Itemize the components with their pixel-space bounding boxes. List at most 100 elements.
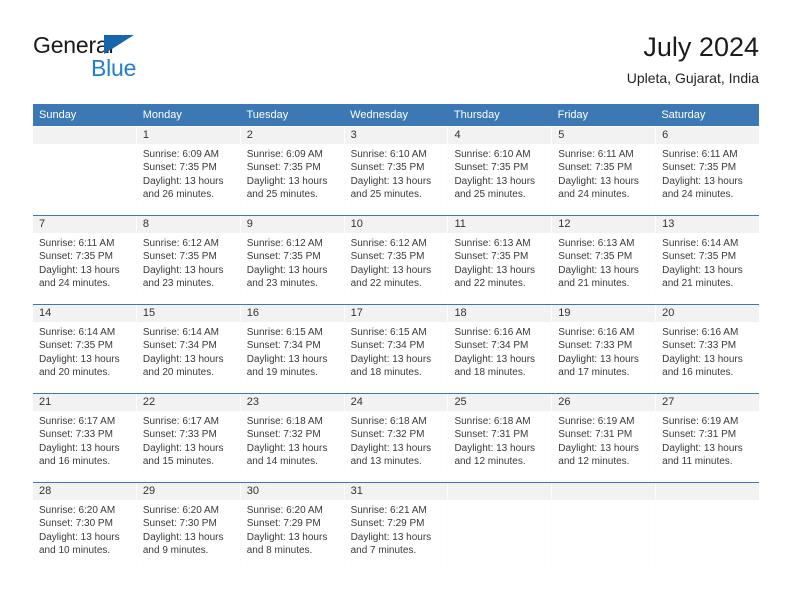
calendar-day-cell[interactable]: 13 Sunrise: 6:14 AM Sunset: 7:35 PM Dayligh… xyxy=(656,216,760,304)
day-number: 4 xyxy=(448,127,552,144)
calendar-day-cell[interactable]: 5 Sunrise: 6:11 AM Sunset: 7:35 PM Daylight… xyxy=(552,127,657,215)
calendar-day-cell[interactable]: 21 Sunrise: 6:17 AM Sunset: 7:33 PM Dayligh… xyxy=(33,394,137,482)
sunset-time: Sunset: 7:35 PM xyxy=(350,251,425,263)
page-title: July 2024 xyxy=(643,32,759,62)
daylight-duration-line1: Daylight: 13 hours xyxy=(246,353,328,365)
daylight-duration-line2: and 26 minutes. xyxy=(142,189,215,201)
day-number: 28 xyxy=(33,483,136,500)
calendar-day-cell[interactable]: 6 Sunrise: 6:11 AM Sunset: 7:35 PM Daylight… xyxy=(656,127,760,215)
sunrise-time: Sunrise: 6:11 AM xyxy=(662,149,738,160)
calendar-day-cell[interactable]: 4 Sunrise: 6:10 AM Sunset: 7:35 PM Daylight… xyxy=(448,127,553,215)
calendar-day-cell[interactable]: 30 Sunrise: 6:20 AM Sunset: 7:29 PM Dayligh… xyxy=(240,483,345,571)
weekday-header-saturday: Saturday xyxy=(661,109,706,121)
day-number: 27 xyxy=(656,394,760,411)
sunset-time: Sunset: 7:33 PM xyxy=(142,429,217,441)
day-details: Sunrise: 6:12 AM Sunset: 7:35 PM Daylight:… xyxy=(241,233,344,297)
sunrise-time: Sunrise: 6:15 AM xyxy=(246,327,323,338)
sunrise-time: Sunrise: 6:13 AM xyxy=(454,238,531,249)
calendar-day-cell[interactable]: 8 Sunrise: 6:12 AM Sunset: 7:35 PM Daylight… xyxy=(136,216,241,304)
daylight-duration-line2: and 24 minutes. xyxy=(39,278,111,290)
day-number: 8 xyxy=(136,216,240,233)
calendar-day-cell[interactable]: 7 Sunrise: 6:11 AM Sunset: 7:35 PM Daylight… xyxy=(33,216,137,304)
calendar-day-cell[interactable]: 22 Sunrise: 6:17 AM Sunset: 7:33 PM Dayligh… xyxy=(136,394,241,482)
general-blue-logo[interactable]: General Blue xyxy=(33,32,233,90)
calendar-day-cell[interactable]: 24 Sunrise: 6:18 AM Sunset: 7:32 PM Dayligh… xyxy=(344,394,449,482)
calendar-day-cell[interactable]: 9 Sunrise: 6:12 AM Sunset: 7:35 PM Daylight… xyxy=(240,216,345,304)
day-details: Sunrise: 6:12 AM Sunset: 7:35 PM Daylight:… xyxy=(137,233,240,297)
day-details: Sunrise: 6:13 AM Sunset: 7:35 PM Daylight:… xyxy=(448,233,551,297)
sunset-time: Sunset: 7:35 PM xyxy=(246,162,321,174)
calendar-day-cell[interactable]: 15 Sunrise: 6:14 AM Sunset: 7:34 PM Dayligh… xyxy=(136,305,241,393)
daylight-duration-line2: and 15 minutes. xyxy=(142,456,215,468)
calendar-day-cell[interactable]: 19 Sunrise: 6:16 AM Sunset: 7:33 PM Dayligh… xyxy=(552,305,657,393)
calendar-day-cell[interactable]: 25 Sunrise: 6:18 AM Sunset: 7:31 PM Dayligh… xyxy=(448,394,553,482)
sunrise-time: Sunrise: 6:12 AM xyxy=(350,238,427,249)
day-details: Sunrise: 6:10 AM Sunset: 7:35 PM Daylight:… xyxy=(345,144,448,208)
daylight-duration-line2: and 22 minutes. xyxy=(454,278,526,290)
day-details xyxy=(656,500,759,510)
day-details: Sunrise: 6:20 AM Sunset: 7:29 PM Daylight:… xyxy=(241,500,344,564)
day-number: 3 xyxy=(344,127,448,144)
day-details: Sunrise: 6:19 AM Sunset: 7:31 PM Daylight:… xyxy=(656,411,759,475)
calendar-day-cell[interactable]: 16 Sunrise: 6:15 AM Sunset: 7:34 PM Dayligh… xyxy=(240,305,345,393)
calendar-day-cell-empty xyxy=(33,127,137,215)
calendar-day-cell[interactable]: 28 Sunrise: 6:20 AM Sunset: 7:30 PM Dayligh… xyxy=(33,483,137,571)
calendar-day-cell[interactable]: 1 Sunrise: 6:09 AM Sunset: 7:35 PM Daylight… xyxy=(136,127,241,215)
calendar-week-row: 28 Sunrise: 6:20 AM Sunset: 7:30 PM Dayligh… xyxy=(33,482,760,571)
daylight-duration-line2: and 23 minutes. xyxy=(142,278,215,290)
day-number: 15 xyxy=(136,305,240,322)
sunset-time: Sunset: 7:35 PM xyxy=(142,251,217,263)
day-number: 1 xyxy=(136,127,240,144)
sunrise-time: Sunrise: 6:14 AM xyxy=(142,327,220,338)
calendar-day-cell[interactable]: 17 Sunrise: 6:15 AM Sunset: 7:34 PM Dayligh… xyxy=(344,305,449,393)
calendar-day-cell[interactable]: 14 Sunrise: 6:14 AM Sunset: 7:35 PM Dayligh… xyxy=(33,305,137,393)
calendar-day-cell[interactable]: 26 Sunrise: 6:19 AM Sunset: 7:31 PM Dayligh… xyxy=(552,394,657,482)
calendar-day-cell[interactable]: 2 Sunrise: 6:09 AM Sunset: 7:35 PM Daylight… xyxy=(240,127,345,215)
calendar-day-cell[interactable]: 18 Sunrise: 6:16 AM Sunset: 7:34 PM Dayligh… xyxy=(448,305,553,393)
daylight-duration-line1: Daylight: 13 hours xyxy=(39,442,120,454)
sunrise-time: Sunrise: 6:10 AM xyxy=(350,149,427,160)
daylight-duration-line2: and 7 minutes. xyxy=(350,545,417,557)
day-number: 13 xyxy=(656,216,760,233)
weekday-header-wednesday: Wednesday xyxy=(350,109,409,121)
daylight-duration-line1: Daylight: 13 hours xyxy=(142,353,224,365)
daylight-duration-line1: Daylight: 13 hours xyxy=(39,531,120,543)
day-number: 24 xyxy=(344,394,448,411)
sunset-time: Sunset: 7:34 PM xyxy=(246,340,321,352)
daylight-duration-line1: Daylight: 13 hours xyxy=(662,264,743,276)
daylight-duration-line1: Daylight: 13 hours xyxy=(558,353,639,365)
sunset-time: Sunset: 7:35 PM xyxy=(662,162,737,174)
day-details: Sunrise: 6:20 AM Sunset: 7:30 PM Daylight:… xyxy=(137,500,240,564)
title-block: July 2024 Upleta, Gujarat, India xyxy=(627,30,759,88)
sunrise-time: Sunrise: 6:09 AM xyxy=(142,149,220,160)
sunrise-time: Sunrise: 6:18 AM xyxy=(246,416,323,427)
calendar-day-cell[interactable]: 27 Sunrise: 6:19 AM Sunset: 7:31 PM Dayligh… xyxy=(656,394,760,482)
daylight-duration-line2: and 12 minutes. xyxy=(558,456,630,468)
daylight-duration-line1: Daylight: 13 hours xyxy=(454,353,536,365)
day-details: Sunrise: 6:15 AM Sunset: 7:34 PM Daylight:… xyxy=(345,322,448,386)
sunset-time: Sunset: 7:33 PM xyxy=(662,340,737,352)
calendar-day-cell[interactable]: 20 Sunrise: 6:16 AM Sunset: 7:33 PM Dayligh… xyxy=(656,305,760,393)
daylight-duration-line1: Daylight: 13 hours xyxy=(142,175,224,187)
day-number: 5 xyxy=(552,127,656,144)
day-number: 22 xyxy=(136,394,240,411)
day-number xyxy=(33,127,136,144)
calendar-day-cell-empty xyxy=(448,483,553,571)
day-details: Sunrise: 6:13 AM Sunset: 7:35 PM Daylight:… xyxy=(552,233,655,297)
calendar-day-cell[interactable]: 11 Sunrise: 6:13 AM Sunset: 7:35 PM Dayligh… xyxy=(448,216,553,304)
day-details xyxy=(448,500,551,510)
daylight-duration-line2: and 18 minutes. xyxy=(454,367,526,379)
calendar-day-cell[interactable]: 12 Sunrise: 6:13 AM Sunset: 7:35 PM Dayligh… xyxy=(552,216,657,304)
sunset-time: Sunset: 7:35 PM xyxy=(246,251,321,263)
daylight-duration-line1: Daylight: 13 hours xyxy=(350,531,432,543)
calendar-day-cell[interactable]: 3 Sunrise: 6:10 AM Sunset: 7:35 PM Daylight… xyxy=(344,127,449,215)
calendar-day-cell[interactable]: 29 Sunrise: 6:20 AM Sunset: 7:30 PM Dayligh… xyxy=(136,483,241,571)
daylight-duration-line1: Daylight: 13 hours xyxy=(39,353,120,365)
calendar-day-cell[interactable]: 23 Sunrise: 6:18 AM Sunset: 7:32 PM Dayligh… xyxy=(240,394,345,482)
day-number: 29 xyxy=(136,483,240,500)
calendar-day-cell[interactable]: 31 Sunrise: 6:21 AM Sunset: 7:29 PM Dayligh… xyxy=(344,483,449,571)
calendar-day-cell[interactable]: 10 Sunrise: 6:12 AM Sunset: 7:35 PM Dayligh… xyxy=(344,216,449,304)
day-number: 11 xyxy=(448,216,552,233)
sunset-time: Sunset: 7:31 PM xyxy=(454,429,529,441)
daylight-duration-line1: Daylight: 13 hours xyxy=(246,264,328,276)
